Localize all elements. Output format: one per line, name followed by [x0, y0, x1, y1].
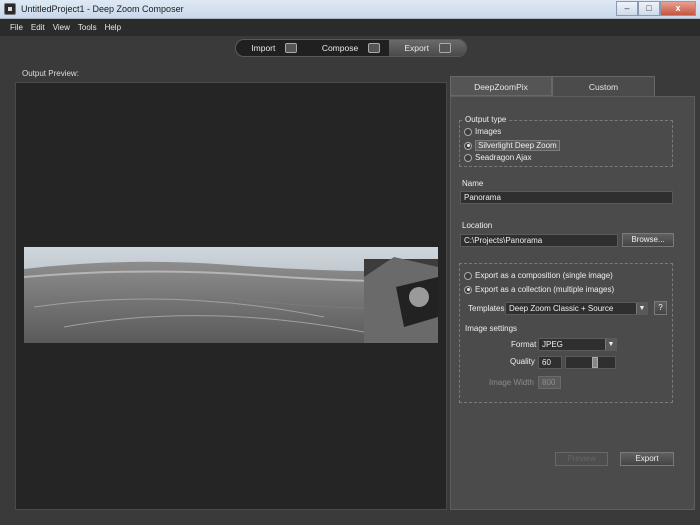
import-icon — [285, 43, 298, 53]
maximize-button[interactable]: □ — [638, 1, 660, 16]
image-width-input: 800 — [538, 376, 561, 389]
templates-dropdown[interactable]: Deep Zoom Classic + Source ▼ — [505, 302, 648, 315]
templates-label: Templates — [468, 304, 505, 313]
slider-thumb[interactable] — [592, 357, 598, 368]
workflow-tab-label: Export — [404, 43, 429, 53]
image-settings-title: Image settings — [465, 324, 518, 333]
name-field[interactable]: Panorama — [460, 191, 673, 204]
output-type-images[interactable]: Images — [464, 127, 501, 136]
templates-value: Deep Zoom Classic + Source — [509, 304, 614, 313]
radio-label: Export as a collection (multiple images) — [475, 285, 615, 294]
radio-button[interactable] — [464, 271, 472, 280]
workflow-tab-import[interactable]: Import — [236, 40, 313, 56]
export-composition-option[interactable]: Export as a composition (single image) — [464, 271, 613, 280]
radio-button-selected[interactable] — [464, 141, 472, 150]
window-title-bar: UntitledProject1 - Deep Zoom Composer – … — [0, 0, 700, 19]
output-type-silverlight[interactable]: Silverlight Deep Zoom — [464, 140, 560, 151]
export-settings-group: Export as a composition (single image) E… — [459, 263, 673, 403]
quality-label: Quality — [510, 357, 535, 366]
radio-label: Silverlight Deep Zoom — [475, 140, 560, 151]
custom-export-panel: Output type Images Silverlight Deep Zoom… — [450, 96, 695, 510]
browse-button[interactable]: Browse... — [622, 233, 674, 247]
output-preview-label: Output Preview: — [22, 69, 79, 78]
menu-file[interactable]: File — [6, 19, 27, 36]
tab-deepzoompix[interactable]: DeepZoomPix — [450, 76, 552, 96]
tab-custom[interactable]: Custom — [552, 76, 655, 96]
menu-view[interactable]: View — [49, 19, 74, 36]
format-dropdown[interactable]: JPEG ▼ — [538, 338, 617, 351]
name-label: Name — [462, 179, 484, 188]
chevron-down-icon: ▼ — [605, 339, 616, 350]
workflow-tab-export[interactable]: Export — [389, 40, 466, 56]
location-label: Location — [462, 221, 493, 230]
radio-label: Images — [475, 127, 502, 136]
output-type-seadragon[interactable]: Seadragon Ajax — [464, 153, 532, 162]
close-button[interactable]: x — [660, 1, 696, 16]
window-controls: – □ x — [616, 1, 696, 16]
export-button[interactable]: Export — [620, 452, 674, 466]
menu-edit[interactable]: Edit — [27, 19, 49, 36]
menu-bar: File Edit View Tools Help — [0, 19, 700, 36]
radio-button-selected[interactable] — [464, 285, 472, 294]
compose-icon — [368, 43, 381, 53]
panorama-preview-image — [24, 247, 438, 343]
format-label: Format — [511, 340, 537, 349]
window-title: UntitledProject1 - Deep Zoom Composer — [21, 4, 184, 14]
image-width-label: Image Width — [489, 378, 534, 387]
workflow-tab-compose[interactable]: Compose — [313, 40, 390, 56]
app-body: Import Compose Export Output Preview: De… — [0, 36, 700, 525]
radio-label: Seadragon Ajax — [475, 153, 532, 162]
preview-button: Preview — [555, 452, 608, 466]
radio-label: Export as a composition (single image) — [475, 271, 613, 280]
chevron-down-icon: ▼ — [636, 303, 647, 314]
format-value: JPEG — [542, 340, 563, 349]
output-type-title: Output type — [463, 115, 509, 124]
export-collection-option[interactable]: Export as a collection (multiple images) — [464, 285, 614, 294]
export-tabs: DeepZoomPix Custom — [450, 76, 695, 96]
workflow-switcher: Import Compose Export — [235, 39, 467, 57]
output-type-group: Output type Images Silverlight Deep Zoom… — [459, 115, 673, 167]
output-preview-pane[interactable] — [15, 82, 447, 510]
workflow-tab-label: Import — [251, 43, 276, 53]
quality-input[interactable]: 60 — [538, 356, 562, 369]
quality-slider[interactable] — [565, 356, 616, 369]
export-icon — [438, 43, 451, 53]
menu-help[interactable]: Help — [101, 19, 125, 36]
minimize-button[interactable]: – — [616, 1, 638, 16]
menu-tools[interactable]: Tools — [74, 19, 101, 36]
app-icon — [4, 3, 16, 15]
radio-button[interactable] — [464, 153, 472, 162]
location-field[interactable]: C:\Projects\Panorama — [460, 234, 618, 247]
radio-button[interactable] — [464, 127, 472, 136]
workflow-tab-label: Compose — [321, 43, 359, 53]
templates-help-button[interactable]: ? — [654, 301, 667, 315]
